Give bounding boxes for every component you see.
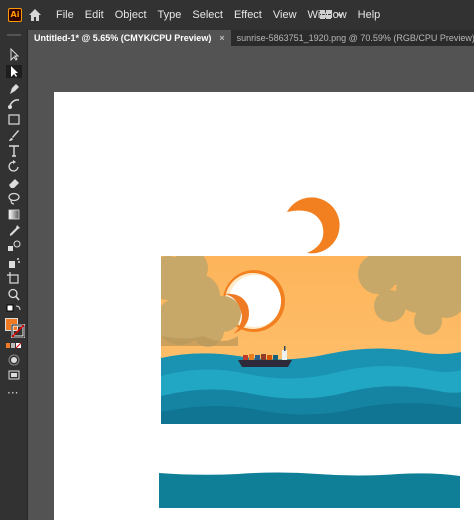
sea-band-shape[interactable] bbox=[159, 472, 460, 509]
color-gradient-none-icon bbox=[6, 342, 22, 349]
menu-select[interactable]: Select bbox=[192, 9, 223, 21]
symbol-sprayer-tool-icon bbox=[9, 258, 20, 268]
menu-bar: Ai File Edit Object Type Select Effect V… bbox=[0, 0, 474, 30]
eraser-tool-icon bbox=[9, 179, 19, 188]
direct-selection-tool[interactable] bbox=[6, 65, 22, 78]
blend-tool-icon bbox=[8, 240, 21, 251]
gradient-tool-icon bbox=[8, 209, 20, 220]
tab-label: Untitled-1* @ 5.65% (CMYK/CPU Preview) bbox=[34, 33, 212, 43]
paintbrush-tool[interactable] bbox=[6, 129, 22, 142]
artwork[interactable] bbox=[28, 46, 474, 520]
zoom-tool-icon bbox=[8, 288, 20, 301]
zoom-tool[interactable] bbox=[6, 288, 22, 301]
pen-tool[interactable] bbox=[6, 82, 22, 95]
tab-sunrise-png[interactable]: sunrise-5863751_1920.png @ 70.59% (RGB/C… bbox=[231, 30, 474, 46]
tab-label: sunrise-5863751_1920.png @ 70.59% (RGB/C… bbox=[236, 33, 474, 43]
menu-object[interactable]: Object bbox=[115, 9, 147, 21]
menu-edit[interactable]: Edit bbox=[85, 9, 104, 21]
default-colors-button[interactable] bbox=[6, 304, 22, 317]
pen-tool-icon bbox=[10, 84, 19, 94]
eyedropper-tool-icon bbox=[10, 225, 20, 236]
symbol-sprayer-tool[interactable] bbox=[6, 256, 22, 269]
rectangle-tool[interactable] bbox=[6, 113, 22, 126]
eyedropper-tool[interactable] bbox=[6, 224, 22, 237]
curvature-tool[interactable] bbox=[6, 97, 22, 110]
selection-tool-icon bbox=[10, 48, 20, 61]
eraser-tool[interactable] bbox=[6, 176, 22, 189]
stroke-none-icon[interactable] bbox=[11, 324, 25, 338]
arrange-grid-icon bbox=[320, 10, 344, 19]
lasso-tool[interactable] bbox=[6, 192, 22, 205]
type-tool[interactable] bbox=[6, 144, 22, 157]
close-icon[interactable]: × bbox=[219, 33, 224, 43]
menu-view[interactable]: View bbox=[273, 9, 297, 21]
type-tool-icon bbox=[9, 145, 19, 157]
paintbrush-tool-icon bbox=[9, 130, 19, 141]
fill-stroke-swatches[interactable] bbox=[5, 318, 25, 338]
blend-tool[interactable] bbox=[6, 240, 22, 253]
selection-tool[interactable] bbox=[6, 48, 22, 61]
sunrise-illustration[interactable] bbox=[146, 234, 474, 424]
menu-effect[interactable]: Effect bbox=[234, 9, 262, 21]
tools-panel: ··· bbox=[0, 30, 28, 520]
rotate-tool[interactable] bbox=[6, 160, 22, 173]
curvature-tool-icon bbox=[8, 99, 20, 109]
orange-sun-shape[interactable] bbox=[287, 197, 340, 254]
illustrator-logo-icon: Ai bbox=[8, 8, 22, 22]
menu-file[interactable]: File bbox=[56, 9, 74, 21]
rotate-tool-icon bbox=[8, 160, 19, 172]
rectangle-tool-icon bbox=[8, 114, 20, 125]
tab-untitled-1[interactable]: Untitled-1* @ 5.65% (CMYK/CPU Preview) × bbox=[28, 30, 231, 46]
direct-selection-tool-icon bbox=[11, 66, 18, 77]
color-mode-buttons[interactable] bbox=[6, 340, 22, 353]
draw-mode-icon bbox=[8, 354, 20, 366]
home-icon[interactable] bbox=[28, 8, 42, 22]
menu-help[interactable]: Help bbox=[358, 9, 381, 21]
menu-type[interactable]: Type bbox=[158, 9, 182, 21]
draw-mode-button[interactable] bbox=[6, 354, 22, 367]
panel-collapse-icon[interactable] bbox=[5, 32, 23, 38]
lasso-tool-icon bbox=[8, 192, 20, 205]
edit-toolbar-button[interactable]: ··· bbox=[7, 386, 18, 400]
gradient-tool[interactable] bbox=[6, 208, 22, 221]
document-tabs: Untitled-1* @ 5.65% (CMYK/CPU Preview) ×… bbox=[28, 30, 474, 46]
artboard-tool-icon bbox=[7, 272, 19, 284]
canvas-area[interactable] bbox=[28, 46, 474, 520]
arrange-documents-button[interactable] bbox=[318, 9, 346, 21]
screen-mode-button[interactable] bbox=[6, 369, 22, 382]
swap-colors-icon bbox=[6, 304, 21, 312]
artboard-tool[interactable] bbox=[6, 272, 22, 285]
screen-mode-icon bbox=[8, 370, 20, 380]
